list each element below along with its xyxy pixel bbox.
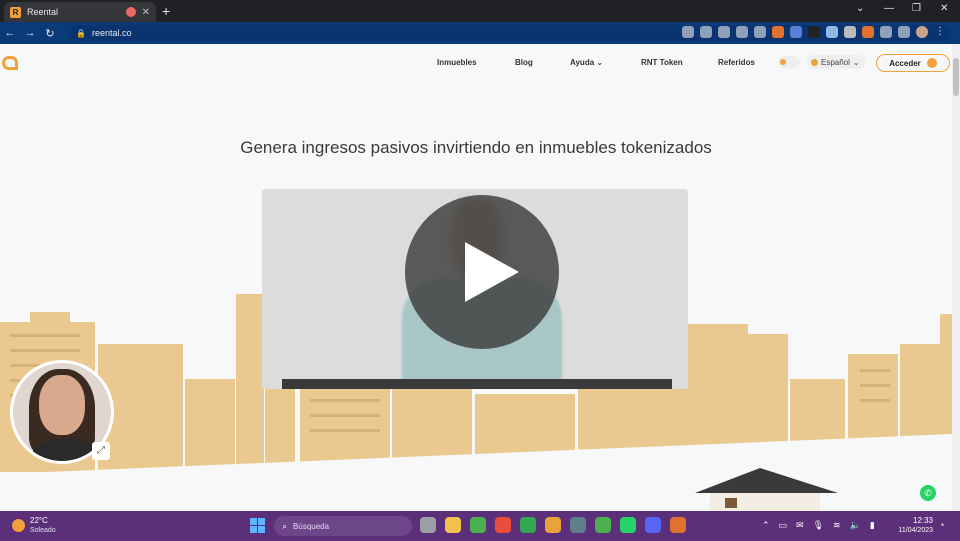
tab-reental[interactable]: R Reental ✕: [4, 2, 156, 22]
back-arrow-icon[interactable]: ←: [0, 27, 20, 39]
clock-date[interactable]: 11/04/2023: [890, 527, 933, 534]
extension-badge-icon[interactable]: [790, 26, 802, 38]
reload-icon[interactable]: ↻: [40, 27, 60, 40]
chrome-icon[interactable]: [520, 517, 536, 533]
language-label: Español: [821, 57, 850, 67]
search-icon: ⌕: [282, 520, 288, 531]
whatsapp-chat-icon[interactable]: ✆: [920, 485, 936, 501]
start-button[interactable]: [250, 518, 265, 533]
browser-tab-bar: R Reental ✕ + ⌄ — ❐ ✕: [0, 0, 960, 22]
sun-icon[interactable]: [12, 519, 25, 532]
discord-icon[interactable]: [645, 517, 661, 533]
start-tile-icon: [250, 526, 257, 533]
screen-share-icon[interactable]: [700, 26, 712, 38]
nav-inmuebles[interactable]: Inmuebles: [437, 58, 477, 67]
page-scrollbar[interactable]: [952, 44, 960, 511]
taskbar-search[interactable]: ⌕ Búsqueda: [274, 516, 412, 536]
wifi-icon[interactable]: ≋: [833, 520, 841, 531]
maps-icon[interactable]: [495, 517, 511, 533]
arrow-circle-icon: [926, 58, 937, 68]
webcam-face: [39, 375, 85, 435]
notification-icon[interactable]: ◔: [939, 520, 944, 530]
system-tray: ⌃ ▭ ✉ 🎙 ≋ 🔈 ▮: [762, 520, 875, 531]
web-page: Inmuebles Blog Ayuda ⌄ RNT Token Referid…: [0, 44, 952, 511]
reental-logo[interactable]: [2, 56, 18, 70]
search-placeholder: Búsqueda: [293, 521, 330, 531]
chevron-up-icon[interactable]: ⌃: [762, 520, 770, 531]
volume-icon[interactable]: 🔈: [850, 520, 861, 531]
start-tile-icon: [258, 518, 265, 525]
lock-icon[interactable]: 🔒: [76, 29, 86, 38]
file-explorer-icon[interactable]: [445, 517, 461, 533]
play-button[interactable]: [405, 195, 559, 349]
tray-mail-icon[interactable]: ✉: [796, 520, 804, 531]
close-window-button[interactable]: ✕: [940, 3, 948, 14]
chrome-profile-icon[interactable]: [470, 517, 486, 533]
language-select[interactable]: Español ⌄: [807, 55, 865, 69]
nav-blog[interactable]: Blog: [515, 58, 533, 67]
page-headline: Genera ingresos pasivos invirtiendo en i…: [240, 138, 712, 157]
chevron-down-icon: ⌄: [852, 57, 860, 67]
house-illustration: [695, 468, 838, 511]
theme-toggle[interactable]: [778, 56, 800, 68]
tray-app-icon[interactable]: ▭: [779, 520, 788, 531]
metamask-extension-icon[interactable]: [772, 26, 784, 38]
nav-rnt-token[interactable]: RNT Token: [641, 58, 683, 67]
reental-favicon-icon: R: [10, 6, 21, 18]
nav-referidos[interactable]: Referidos: [718, 58, 755, 67]
start-tile-icon: [250, 518, 257, 525]
pinned-apps: [420, 517, 686, 533]
url-text: reental.co: [91, 28, 132, 38]
battery-icon[interactable]: ▮: [870, 520, 875, 531]
task-view-icon[interactable]: [420, 517, 436, 533]
extension-grey-icon[interactable]: [844, 26, 856, 38]
camera-icon[interactable]: [682, 26, 694, 38]
chrome-canary-icon[interactable]: [545, 517, 561, 533]
minimize-button[interactable]: —: [884, 3, 894, 14]
extension-blue-icon[interactable]: [826, 26, 838, 38]
extension-dark-icon[interactable]: [808, 26, 820, 38]
profile-avatar[interactable]: [916, 26, 928, 38]
recording-indicator-icon: [125, 7, 136, 17]
tab-search-icon[interactable]: ⌄: [856, 3, 864, 14]
play-icon: [465, 242, 519, 302]
tab-close-icon[interactable]: ✕: [142, 7, 150, 18]
scrollbar-thumb[interactable]: [953, 58, 959, 96]
browser-toolbar: ← → ↻ 🔒 reental.co ⋮: [0, 22, 960, 44]
forward-arrow-icon[interactable]: →: [20, 27, 40, 39]
microphone-icon[interactable]: 🎙: [813, 520, 824, 531]
login-label: Acceder: [889, 58, 921, 68]
clock-time[interactable]: 12:33: [903, 516, 933, 525]
star-icon[interactable]: [754, 26, 766, 38]
side-panel-icon[interactable]: [898, 26, 910, 38]
windows-taskbar: 22°C Soleado ⌕ Búsqueda ⌃ ▭ ✉ 🎙 ≋ 🔈 ▮ 12…: [0, 511, 960, 541]
tab-title: Reental: [27, 7, 59, 17]
expand-icon[interactable]: ⤢: [92, 442, 110, 460]
desk: [282, 379, 672, 389]
puzzle-icon[interactable]: [880, 26, 892, 38]
zoom-icon[interactable]: [718, 26, 730, 38]
spain-flag-icon: [811, 58, 818, 66]
kebab-menu-icon[interactable]: ⋮: [934, 26, 946, 38]
calculator-icon[interactable]: [570, 517, 586, 533]
nav-ayuda[interactable]: Ayuda ⌄: [570, 58, 603, 67]
whatsapp-app-icon[interactable]: [620, 517, 636, 533]
weather-temperature[interactable]: 22°C: [30, 516, 48, 525]
maximize-button[interactable]: ❐: [912, 3, 921, 14]
login-button[interactable]: Acceder: [876, 54, 950, 72]
share-icon[interactable]: [736, 26, 748, 38]
weather-description[interactable]: Soleado: [30, 527, 56, 534]
start-tile-icon: [258, 526, 265, 533]
toggle-knob: [780, 59, 786, 65]
extension-orange-icon[interactable]: [862, 26, 874, 38]
new-tab-button[interactable]: +: [162, 3, 170, 19]
extension-icons: ⋮: [682, 26, 946, 38]
recorder-icon[interactable]: [670, 517, 686, 533]
chrome-second-icon[interactable]: [595, 517, 611, 533]
